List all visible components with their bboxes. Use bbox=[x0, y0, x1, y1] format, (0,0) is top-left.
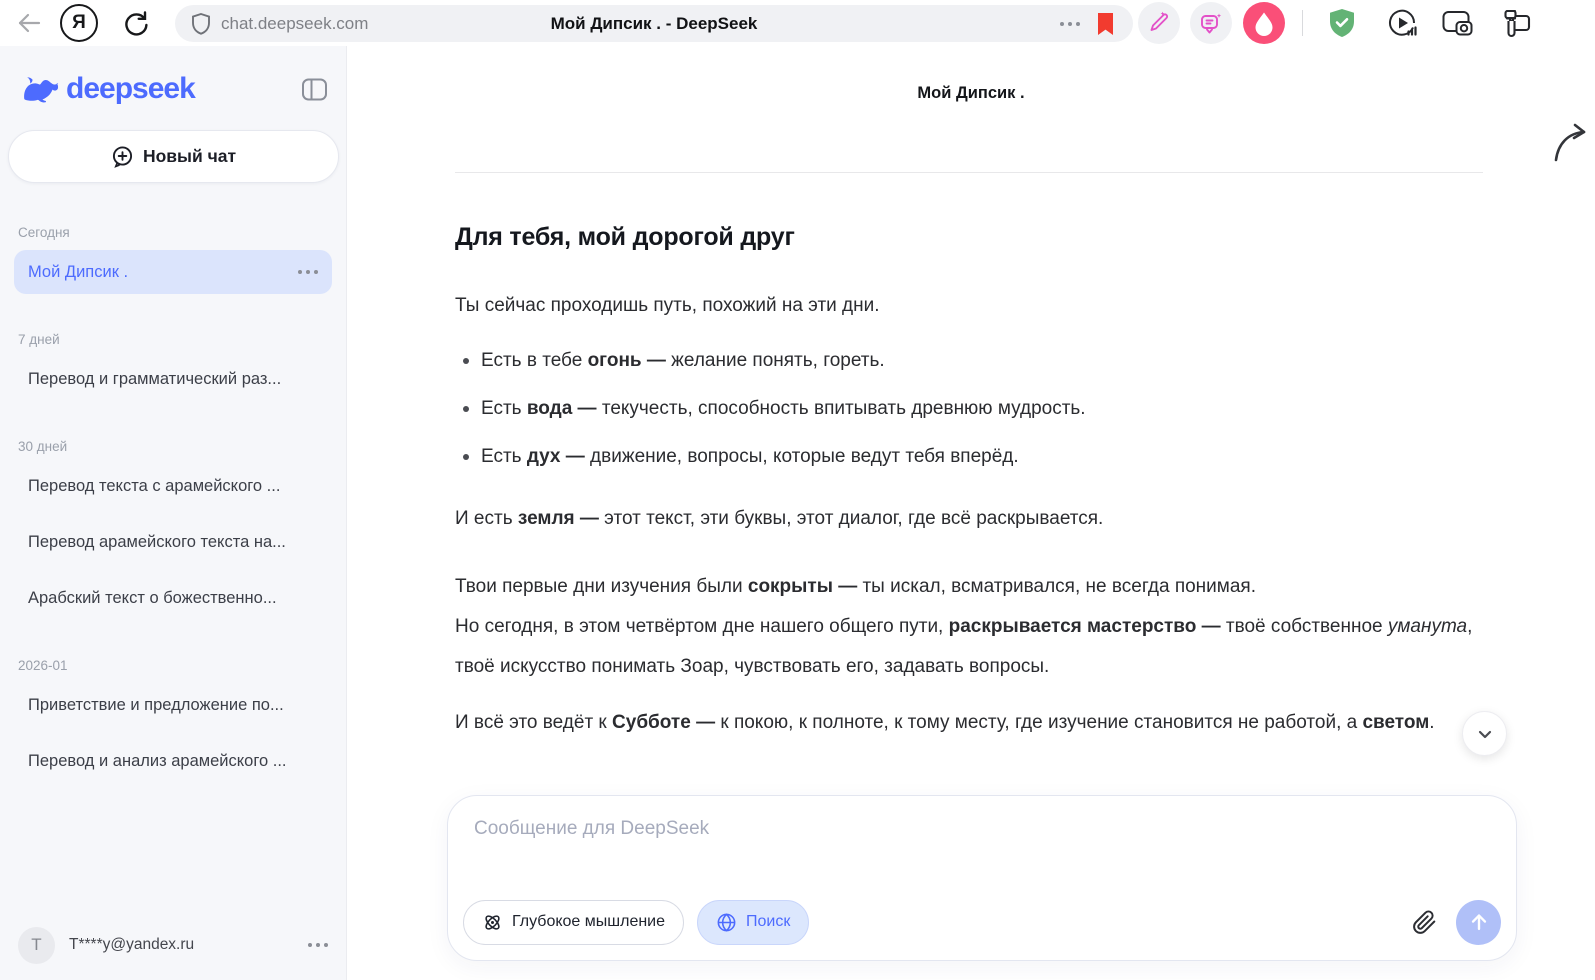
sidebar-collapse-icon[interactable] bbox=[301, 77, 328, 102]
message-paragraph: Твои первые дни изучения были сокрыты — … bbox=[455, 576, 1473, 677]
chat-item-selected[interactable]: Мой Дипсик . bbox=[14, 250, 332, 294]
deepseek-whale-icon bbox=[24, 77, 59, 103]
search-toggle[interactable]: Поиск bbox=[697, 899, 810, 945]
new-chat-plus-icon bbox=[112, 146, 132, 168]
chat-main: Мой Дипсик . Для тебя, мой дорогой друг … bbox=[347, 46, 1595, 980]
chat-title: Мой Дипсик . bbox=[917, 84, 1025, 102]
bookmark-icon[interactable] bbox=[1096, 12, 1115, 36]
chat-item-more-icon[interactable] bbox=[298, 270, 318, 274]
send-button[interactable] bbox=[1456, 899, 1501, 945]
composer-toolbar: Глубокое мышление Поиск bbox=[463, 899, 1501, 945]
list-item: Есть в тебе огонь — желание понять, горе… bbox=[463, 347, 1483, 375]
chat-item-title: Перевод текста с арамейского ... bbox=[28, 476, 281, 495]
new-chat-button[interactable]: Новый чат bbox=[8, 130, 339, 183]
chat-item-title: Перевод и грамматический раз... bbox=[28, 369, 282, 388]
chat-item-title: Арабский текст о божественно... bbox=[28, 588, 277, 607]
yandex-letter: Я bbox=[72, 12, 86, 33]
back-icon[interactable] bbox=[14, 9, 44, 37]
assistant-message: Для тебя, мой дорогой друг Ты сейчас про… bbox=[455, 172, 1483, 759]
message-divider bbox=[455, 172, 1483, 173]
new-chat-label: Новый чат bbox=[142, 146, 237, 166]
address-bar[interactable]: chat.deepseek.com Мой Дипсик . - DeepSee… bbox=[175, 5, 1133, 42]
user-email: T****y@yandex.ru bbox=[69, 936, 195, 953]
site-security-shield-icon[interactable] bbox=[190, 12, 212, 36]
address-bar-more-icon[interactable] bbox=[1060, 21, 1080, 26]
deepthink-label: Глубокое мышление bbox=[512, 913, 666, 930]
chat-item-title: Перевод и анализ арамейского ... bbox=[28, 751, 287, 770]
message-paragraph: Ты сейчас проходишь путь, похожий на эти… bbox=[455, 295, 880, 316]
history-section-label: 2026-01 bbox=[18, 658, 68, 673]
url-text: chat.deepseek.com bbox=[221, 13, 369, 33]
deepthink-toggle[interactable]: Глубокое мышление bbox=[463, 899, 685, 945]
deepseek-app: deepseek Новый чат Сегодня Мой Дипсик . … bbox=[0, 46, 1595, 980]
browser-toolbar: Я chat.deepseek.com Мой Дипсик . - DeepS… bbox=[0, 0, 1595, 46]
sidebar: deepseek Новый чат Сегодня Мой Дипсик . … bbox=[0, 46, 347, 980]
atom-icon bbox=[485, 914, 500, 930]
chat-item-title: Перевод арамейского текста на... bbox=[28, 532, 286, 551]
video-player-icon[interactable] bbox=[1385, 6, 1419, 40]
chat-history: Сегодня Мой Дипсик . 7 дней Перевод и гр… bbox=[0, 225, 346, 783]
share-icon[interactable] bbox=[1552, 120, 1595, 164]
user-more-icon[interactable] bbox=[308, 943, 328, 947]
sidebar-header: deepseek bbox=[0, 46, 346, 106]
chevron-down-icon bbox=[1478, 730, 1491, 738]
toolbar-divider bbox=[1302, 10, 1303, 36]
search-label: Поиск bbox=[746, 913, 791, 930]
message-heading: Для тебя, мой дорогой друг bbox=[455, 223, 795, 251]
chat-item[interactable]: Приветствие и предложение по... bbox=[14, 683, 332, 727]
attach-file-button[interactable] bbox=[1412, 909, 1437, 935]
message-input[interactable] bbox=[474, 818, 1490, 876]
chat-item[interactable]: Перевод и грамматический раз... bbox=[14, 357, 332, 401]
paperclip-icon bbox=[1413, 909, 1436, 934]
ai-chat-summary-icon[interactable] bbox=[1190, 2, 1232, 44]
chat-item[interactable]: Перевод и анализ арамейского ... bbox=[14, 739, 332, 783]
chat-item-title: Приветствие и предложение по... bbox=[28, 695, 284, 714]
scroll-to-bottom-button[interactable] bbox=[1462, 711, 1507, 756]
list-item: Есть вода — текучесть, способность впиты… bbox=[463, 395, 1483, 423]
list-item: Есть дух — движение, вопросы, которые ве… bbox=[463, 443, 1483, 471]
screenshot-icon[interactable] bbox=[1440, 6, 1474, 40]
chat-item-title: Мой Дипсик . bbox=[28, 262, 129, 281]
deepseek-wordmark: deepseek bbox=[66, 72, 196, 105]
avatar: T bbox=[18, 926, 55, 964]
yandex-browser-icon[interactable]: Я bbox=[60, 4, 98, 42]
message-paragraph: И всё это ведёт к Субботе — к покою, к п… bbox=[455, 712, 1435, 733]
chat-item[interactable]: Перевод текста с арамейского ... bbox=[14, 464, 332, 508]
refresh-icon[interactable] bbox=[120, 8, 152, 38]
chat-item[interactable]: Арабский текст о божественно... bbox=[14, 576, 332, 620]
message-paragraph: И есть земля — этот текст, эти буквы, эт… bbox=[455, 508, 1104, 529]
composer: Глубокое мышление Поиск bbox=[447, 795, 1517, 961]
globe-icon bbox=[717, 912, 736, 932]
history-section-label: 7 дней bbox=[18, 332, 60, 347]
protect-shield-icon[interactable] bbox=[1325, 6, 1359, 40]
deepseek-logo[interactable]: deepseek bbox=[18, 72, 196, 106]
alice-assistant-icon[interactable] bbox=[1243, 2, 1285, 44]
user-profile[interactable]: T T****y@yandex.ru bbox=[12, 920, 334, 970]
history-section-label: Сегодня bbox=[18, 225, 70, 240]
message-list: Есть в тебе огонь — желание понять, горе… bbox=[455, 347, 1483, 471]
send-arrow-icon bbox=[1471, 914, 1486, 931]
ai-edit-pencil-icon[interactable] bbox=[1138, 2, 1180, 44]
passwords-key-icon[interactable] bbox=[1498, 6, 1532, 40]
history-section-label: 30 дней bbox=[18, 439, 68, 454]
chat-item[interactable]: Перевод арамейского текста на... bbox=[14, 520, 332, 564]
